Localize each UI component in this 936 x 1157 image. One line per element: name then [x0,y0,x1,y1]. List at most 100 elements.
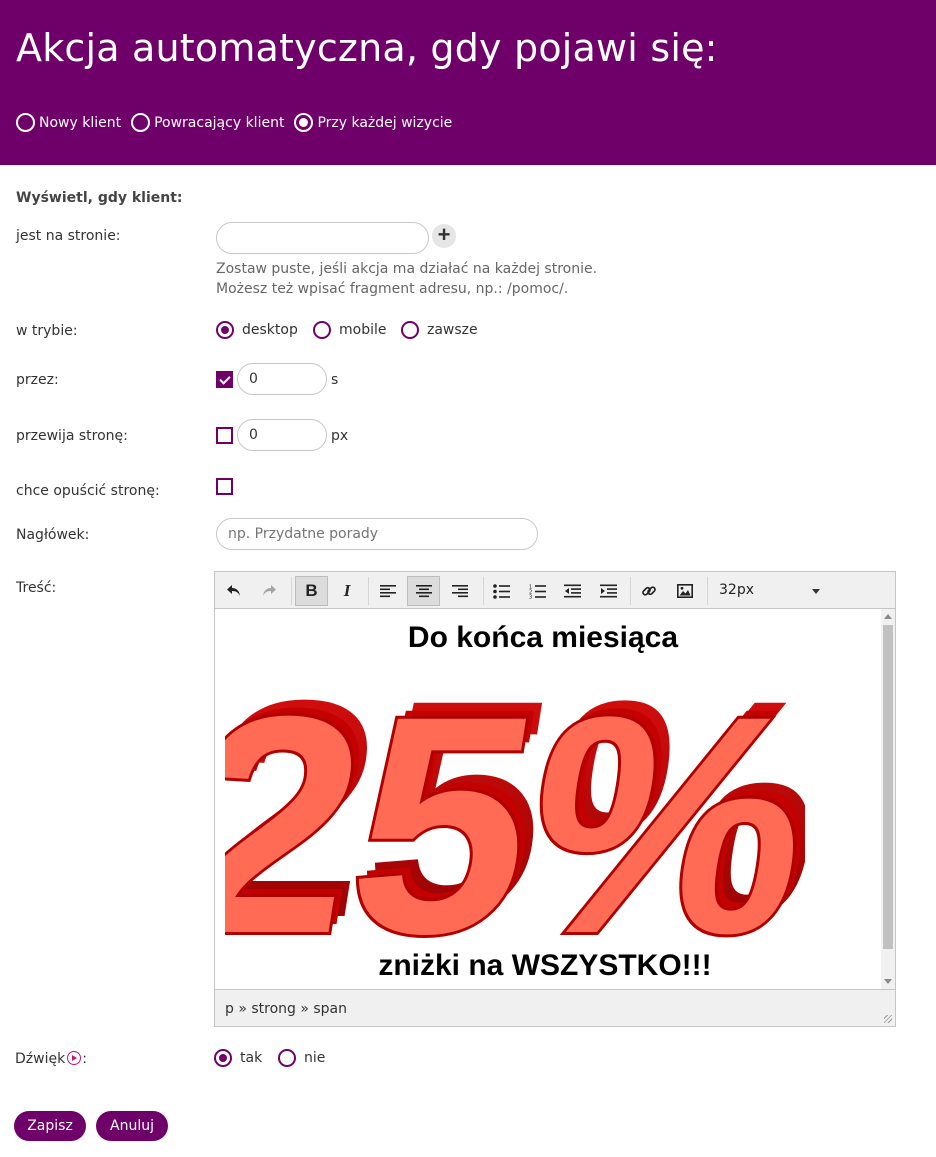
add-page-button[interactable]: + [432,224,456,248]
content-label: Treść: [16,580,57,596]
toolbar-separator [291,577,292,605]
radio-new-client[interactable] [16,113,35,132]
option-returning-client-label: Powracający klient [154,114,285,131]
toolbar-separator [707,577,708,605]
rich-text-editor: B I 123 32px Do końca miesiąca 25% 25% 2… [214,571,896,1027]
section-title: Wyświetl, gdy klient: [16,190,183,206]
editor-scrollbar[interactable] [881,609,895,989]
cancel-button[interactable]: Anuluj [96,1111,168,1141]
mode-desktop-option[interactable]: desktop [216,321,298,339]
content-title: Do końca miesiąca [407,621,679,654]
radio-desktop[interactable] [216,321,234,339]
insert-image-button[interactable] [669,576,701,606]
option-new-client[interactable]: Nowy klient [16,113,121,132]
redo-button[interactable] [253,576,285,606]
play-icon[interactable] [67,1051,82,1065]
editor-content[interactable]: Do końca miesiąca 25% 25% 25% zniżki na … [215,609,881,989]
bold-button[interactable]: B [295,576,328,606]
undo-button[interactable] [218,576,250,606]
link-icon [642,586,656,596]
indent-button[interactable] [592,576,624,606]
sound-label: Dźwięk: [15,1051,87,1067]
radio-every-visit[interactable] [294,113,314,132]
sound-label-text: Dźwięk [15,1051,66,1067]
radio-sound-no[interactable] [278,1049,296,1067]
bullet-list-button[interactable] [485,576,517,606]
svg-text:3: 3 [529,594,532,599]
italic-icon: I [343,581,351,600]
sound-no-label: nie [304,1050,326,1066]
indent-icon [599,584,617,598]
promo-text: 25% [225,671,805,941]
numbered-list-icon: 123 [529,584,546,599]
time-checkbox[interactable] [216,371,233,388]
radio-always[interactable] [401,321,419,339]
time-label: przez: [16,372,59,388]
exit-label: chce opuścić stronę: [16,483,160,499]
numbered-list-button[interactable]: 123 [521,576,553,606]
mode-mobile-option[interactable]: mobile [313,321,386,339]
scroll-input[interactable] [237,419,327,451]
plus-icon: + [437,222,451,247]
time-input[interactable] [237,363,327,395]
align-right-button[interactable] [444,576,476,606]
page-hint: Zostaw puste, jeśli akcja ma działać na … [216,259,597,299]
mode-label: w trybie: [16,323,78,339]
scroll-down-icon[interactable] [884,979,892,984]
mode-desktop-label: desktop [242,322,298,338]
page-url-input[interactable] [216,222,429,254]
radio-sound-yes[interactable] [214,1049,232,1067]
hint-line-1: Zostaw puste, jeśli akcja ma działać na … [216,261,598,277]
visitor-type-options: Nowy klient Powracający klient Przy każd… [16,113,462,132]
image-icon [677,584,693,598]
scroll-up-icon[interactable] [884,614,892,619]
mode-always-label: zawsze [427,322,478,338]
align-right-icon [452,585,468,598]
header-banner: Akcja automatyczna, gdy pojawi się: Nowy… [0,0,936,165]
align-left-button[interactable] [372,576,404,606]
scrollbar-thumb[interactable] [883,625,893,949]
align-center-icon [415,585,432,598]
outdent-icon [563,584,581,598]
resize-grip-icon[interactable] [884,1015,892,1023]
scroll-unit: px [331,428,349,444]
radio-mobile[interactable] [313,321,331,339]
sound-yes-label: tak [240,1050,263,1066]
time-unit: s [331,372,339,388]
align-center-button[interactable] [407,576,440,606]
promo-image: 25% 25% 25% [225,671,805,941]
undo-icon [227,585,240,596]
exit-checkbox[interactable] [216,478,233,495]
bullet-list-icon [492,583,510,599]
heading-input[interactable] [216,518,538,550]
option-every-visit-label: Przy każdej wizycie [317,114,453,131]
outdent-button[interactable] [556,576,588,606]
sound-no-option[interactable]: nie [278,1049,325,1067]
mode-mobile-label: mobile [339,322,387,338]
sound-yes-option[interactable]: tak [214,1049,262,1067]
scroll-checkbox[interactable] [216,427,233,444]
bold-icon: B [305,581,318,600]
radio-returning-client[interactable] [131,113,151,132]
toolbar-separator [630,577,631,605]
mode-always-option[interactable]: zawsze [401,321,478,339]
scroll-label: przewija stronę: [16,428,128,444]
sound-label-colon: : [82,1051,87,1067]
italic-button[interactable]: I [331,576,363,606]
option-new-client-label: Nowy klient [39,114,122,131]
option-returning-client[interactable]: Powracający klient [131,113,284,132]
align-left-icon [380,585,396,598]
chevron-down-icon [812,589,820,594]
element-path[interactable]: p » strong » span [225,1001,347,1017]
hint-line-2: Możesz też wpisać fragment adresu, np.: … [216,281,569,297]
save-button[interactable]: Zapisz [14,1111,86,1141]
insert-link-button[interactable] [633,576,665,606]
toolbar-separator [483,577,484,605]
redo-icon [263,585,276,596]
option-every-visit[interactable]: Przy każdej wizycie [294,113,452,132]
content-subtitle: zniżki na WSZYSTKO!!! [378,949,712,982]
font-size-value: 32px [719,582,754,598]
editor-statusbar: p » strong » span [215,989,895,1026]
heading-label: Nagłówek: [16,527,90,543]
page-label: jest na stronie: [16,228,121,244]
